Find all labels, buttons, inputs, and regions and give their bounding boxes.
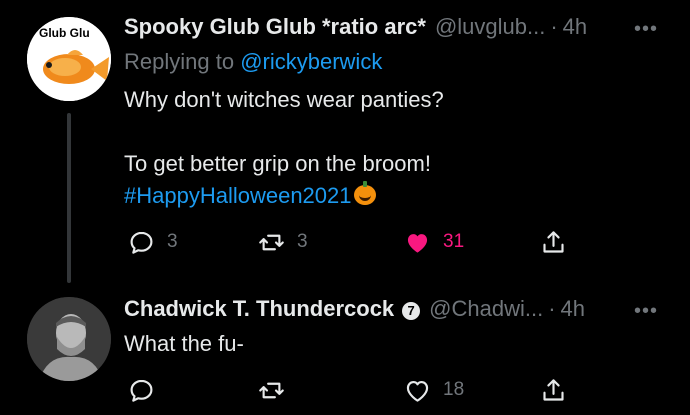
tweet-actions: 3 3 31 bbox=[124, 226, 574, 258]
retweet-button[interactable] bbox=[258, 374, 297, 406]
avatar-caption: Glub Glu bbox=[39, 26, 90, 40]
tweet-1[interactable]: Glub Glu Spooky Glub Glub *ratio arc* @l… bbox=[0, 0, 690, 283]
thread-connector-line bbox=[67, 113, 71, 283]
reply-icon bbox=[130, 231, 153, 254]
tweet-header: Chadwick T. Thundercock 7 @Chadwi... · 4… bbox=[124, 296, 670, 328]
retweet-icon bbox=[259, 234, 284, 250]
display-name[interactable]: Chadwick T. Thundercock bbox=[124, 296, 394, 322]
like-button[interactable]: 18 bbox=[404, 374, 464, 406]
user-handle[interactable]: @luvglub... bbox=[435, 14, 545, 40]
retweet-icon bbox=[259, 382, 284, 398]
tweet-2[interactable]: Chadwick T. Thundercock 7 @Chadwi... · 4… bbox=[0, 282, 690, 415]
timestamp[interactable]: 4h bbox=[561, 296, 585, 322]
share-icon bbox=[543, 230, 564, 253]
display-name[interactable]: Spooky Glub Glub *ratio arc* bbox=[124, 14, 426, 40]
hashtag-link[interactable]: #HappyHalloween2021 bbox=[124, 183, 352, 208]
reply-count: 3 bbox=[167, 231, 178, 252]
tweet-line-3: To get better grip on the broom! bbox=[124, 151, 431, 176]
more-options-icon[interactable]: ••• bbox=[634, 300, 658, 323]
like-count: 18 bbox=[443, 379, 465, 400]
more-options-icon[interactable]: ••• bbox=[634, 18, 658, 41]
tweet-text: Why don't witches wear panties? To get b… bbox=[124, 84, 670, 212]
share-button[interactable] bbox=[540, 226, 567, 258]
separator-dot: · bbox=[550, 14, 558, 39]
heart-outline-icon bbox=[406, 380, 429, 402]
user-handle[interactable]: @Chadwi... bbox=[429, 296, 543, 322]
reply-button[interactable] bbox=[128, 374, 167, 406]
tweet-text: What the fu- bbox=[124, 331, 244, 356]
heart-filled-icon bbox=[407, 233, 428, 253]
retweet-count: 3 bbox=[297, 231, 308, 252]
tweet-header: Spooky Glub Glub *ratio arc* @luvglub...… bbox=[124, 14, 670, 46]
reply-button[interactable]: 3 bbox=[128, 226, 178, 258]
tweet-line-1: Why don't witches wear panties? bbox=[124, 87, 444, 112]
separator-dot: · bbox=[548, 296, 556, 321]
tweet-line-4: #HappyHalloween2021 bbox=[124, 180, 670, 212]
man-portrait-avatar-image bbox=[27, 297, 111, 381]
timestamp[interactable]: 4h bbox=[563, 14, 587, 40]
reply-icon bbox=[130, 379, 153, 402]
tweet-content: Chadwick T. Thundercock 7 @Chadwi... · 4… bbox=[124, 296, 670, 360]
replying-prefix: Replying to bbox=[124, 49, 235, 74]
pumpkin-icon bbox=[353, 181, 376, 205]
like-button[interactable]: 31 bbox=[404, 226, 464, 258]
verified-badge-icon: 7 bbox=[402, 302, 421, 320]
share-button[interactable] bbox=[540, 374, 567, 406]
tweet-content: Spooky Glub Glub *ratio arc* @luvglub...… bbox=[124, 14, 670, 212]
avatar-chadwick[interactable] bbox=[27, 297, 111, 381]
retweet-button[interactable]: 3 bbox=[258, 226, 308, 258]
mention-link[interactable]: @rickyberwick bbox=[240, 49, 382, 74]
goldfish-avatar-image: Glub Glu bbox=[27, 17, 111, 101]
share-icon bbox=[543, 378, 564, 401]
avatar-goldfish[interactable]: Glub Glu bbox=[27, 17, 111, 101]
tweet-actions: 18 bbox=[124, 374, 574, 406]
like-count: 31 bbox=[443, 231, 465, 252]
replying-to: Replying to @rickyberwick bbox=[124, 46, 670, 78]
